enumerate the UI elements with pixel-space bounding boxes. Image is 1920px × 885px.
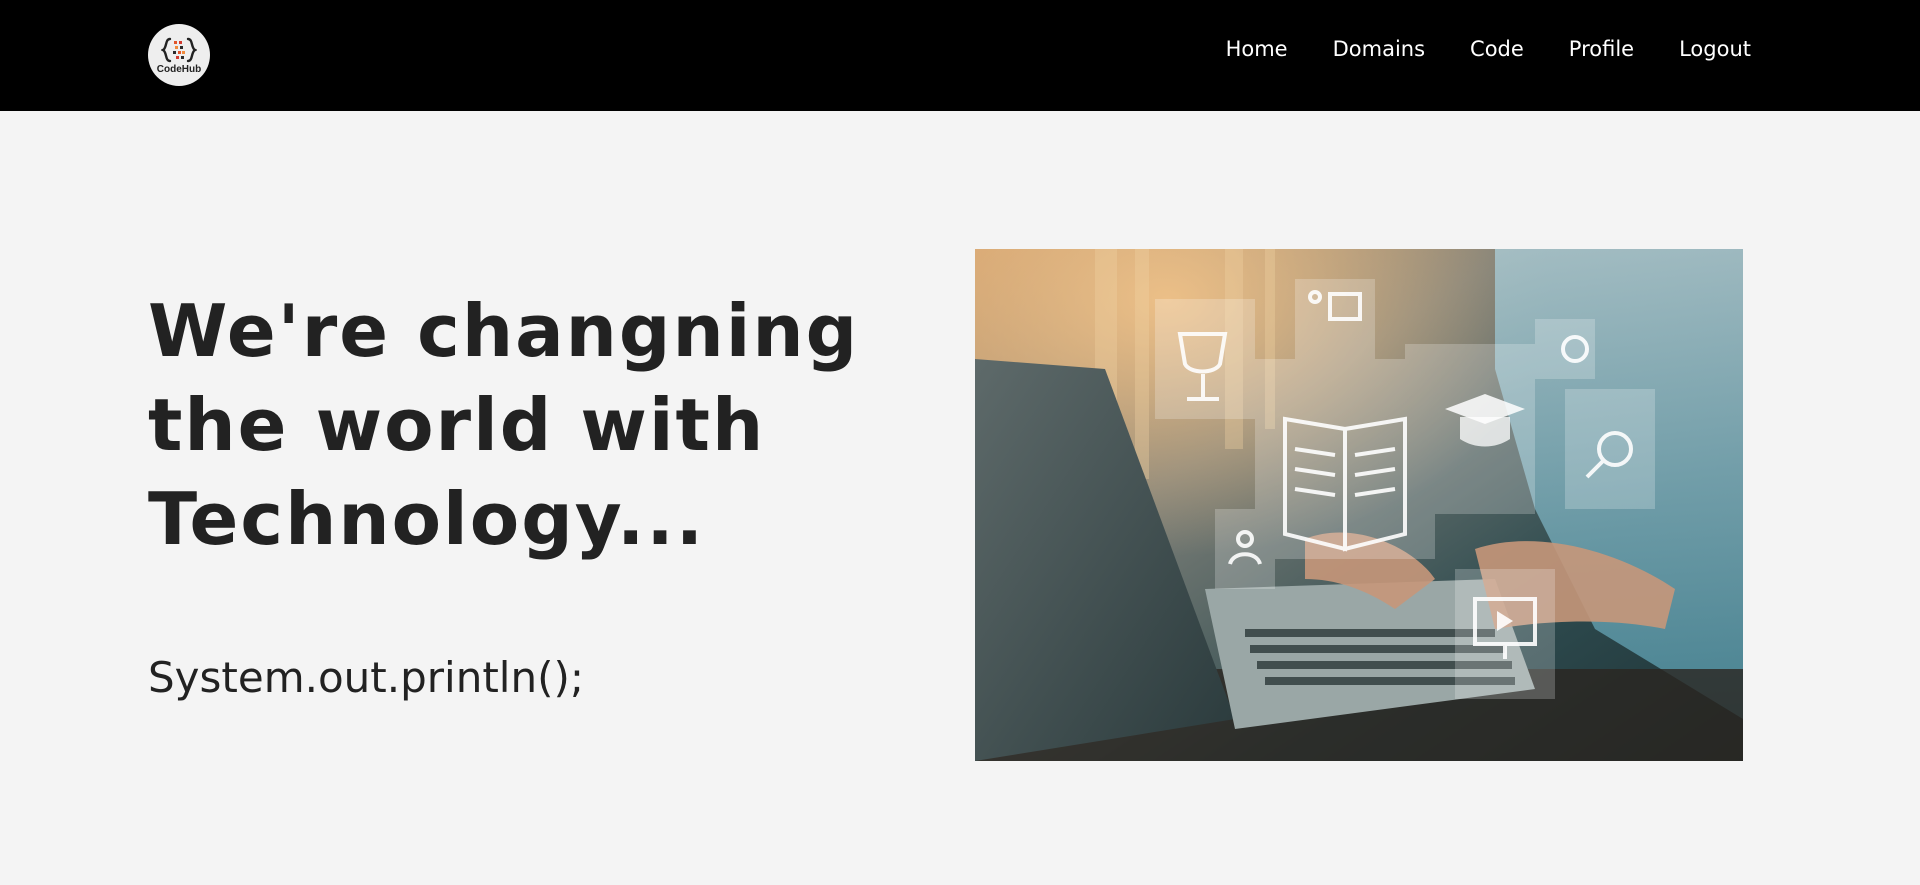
codehub-logo[interactable]: CodeHub (148, 24, 210, 86)
nav-link-logout[interactable]: Logout (1679, 36, 1751, 62)
hero-code-snippet: System.out.println(); (148, 653, 584, 702)
hero-title: We're changning the world with Technolog… (148, 289, 860, 561)
nav-link-code[interactable]: Code (1470, 36, 1524, 62)
curly-braces-icon (161, 37, 197, 62)
navbar: CodeHub Home Domains Code Profile Logout (0, 0, 1920, 111)
nav-link-domains[interactable]: Domains (1333, 36, 1425, 62)
main-nav: Home Domains Code Profile Logout (1226, 36, 1751, 62)
nav-link-profile[interactable]: Profile (1569, 36, 1634, 62)
logo-text: CodeHub (156, 63, 202, 75)
nav-link-home[interactable]: Home (1226, 36, 1288, 62)
hero-image (975, 249, 1743, 761)
